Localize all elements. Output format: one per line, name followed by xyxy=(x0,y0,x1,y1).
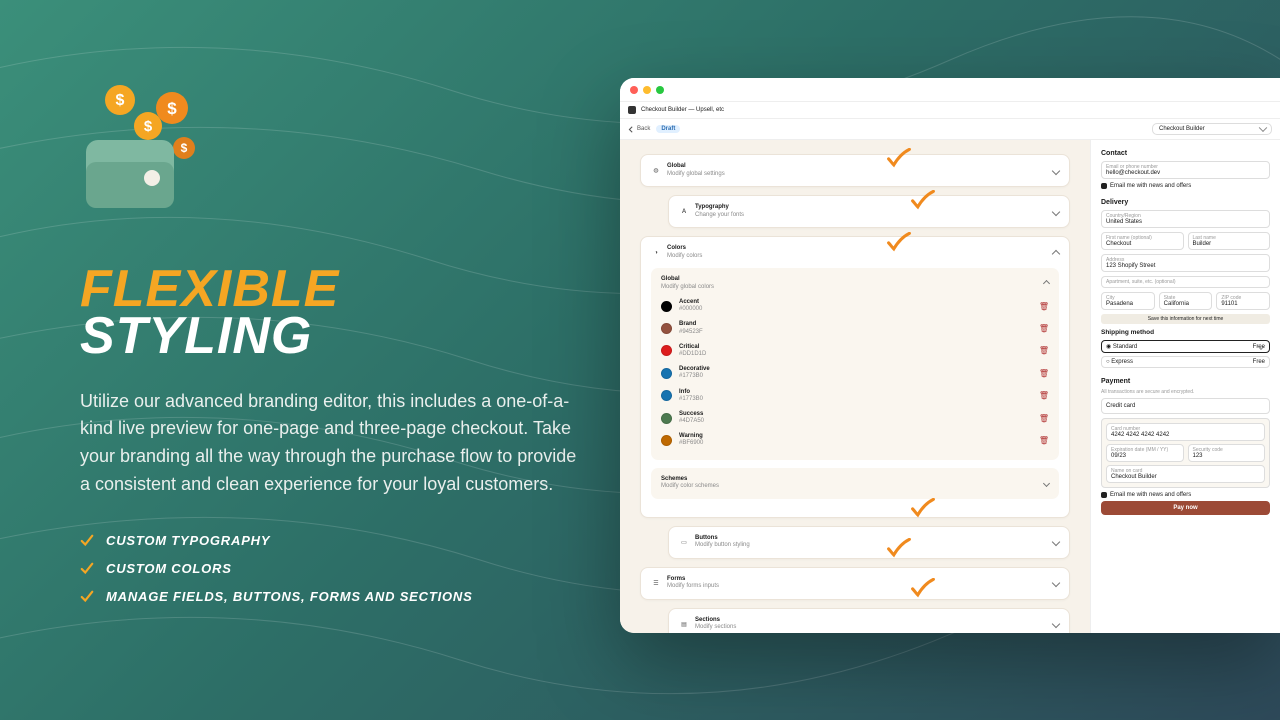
preview-firstname-field[interactable]: First name (optional)Checkout xyxy=(1101,232,1184,250)
toolbar: Back Draft Checkout Builder xyxy=(620,119,1280,140)
panel-buttons[interactable]: ▭ ButtonsModify button styling xyxy=(668,526,1070,559)
preview-ship-standard[interactable]: ◉ StandardFree xyxy=(1101,340,1270,353)
app-title: Checkout Builder — Upsell, etc xyxy=(641,107,724,113)
preview-shipping-heading: Shipping method xyxy=(1101,329,1270,336)
chevron-left-icon xyxy=(628,126,635,133)
preview-pane: Contact Email or phone numberhello@check… xyxy=(1090,140,1280,633)
chevron-down-icon xyxy=(1052,579,1060,587)
delete-color-button[interactable]: 🗑 xyxy=(1039,369,1049,378)
check-icon xyxy=(80,562,94,576)
typography-icon: A xyxy=(679,207,689,217)
svg-text:$: $ xyxy=(116,92,125,109)
app-header: Checkout Builder — Upsell, etc xyxy=(620,102,1280,119)
check-icon xyxy=(80,590,94,604)
preview-ship-express[interactable]: ○ ExpressFree xyxy=(1101,356,1270,368)
delete-color-button[interactable]: 🗑 xyxy=(1039,324,1049,333)
hero-title: Flexible Styling xyxy=(80,266,620,360)
panel-colors-toggle[interactable]: ◑ ColorsModify colors xyxy=(641,237,1069,268)
chevron-up-icon xyxy=(1043,280,1050,287)
editor-panel: ◍ GlobalModify global settings A Typogra… xyxy=(620,140,1090,633)
check-icon xyxy=(80,534,94,548)
page-selector[interactable]: Checkout Builder xyxy=(1152,123,1272,135)
preview-credit-card-option[interactable]: Credit card xyxy=(1101,398,1270,414)
color-swatch-icon xyxy=(661,323,672,334)
preview-news-checkbox-2[interactable]: Email me with news and offers xyxy=(1101,492,1270,498)
svg-text:$: $ xyxy=(181,141,188,155)
preview-email-field[interactable]: Email or phone numberhello@checkout.dev xyxy=(1101,161,1270,179)
panel-colors: ◑ ColorsModify colors GlobalModify globa… xyxy=(640,236,1070,518)
svg-text:$: $ xyxy=(144,118,153,135)
app-logo-icon xyxy=(628,106,636,114)
color-row-warning[interactable]: Warning#BF6900🗑 xyxy=(661,429,1049,451)
color-swatch-icon xyxy=(661,345,672,356)
panel-global[interactable]: ◍ GlobalModify global settings xyxy=(640,154,1070,187)
preview-country-select[interactable]: Country/RegionUnited States xyxy=(1101,210,1270,228)
preview-apt-field[interactable]: Apartment, suite, etc. (optional) xyxy=(1101,276,1270,288)
preview-lastname-field[interactable]: Last nameBuilder xyxy=(1188,232,1271,250)
hero-bullets: Custom Typography Custom Colors Manage F… xyxy=(80,533,620,604)
preview-card-expiry[interactable]: Expiration date (MM / YY)09/23 xyxy=(1106,444,1184,462)
color-swatch-icon xyxy=(661,435,672,446)
hero-copy: $ $ $ $ Flexible Styling Utilize our adv… xyxy=(80,78,620,617)
preview-news-checkbox[interactable]: Email me with news and offers xyxy=(1101,183,1270,189)
traffic-close-icon[interactable] xyxy=(630,86,638,94)
color-row-success[interactable]: Success#4D7A50🗑 xyxy=(661,407,1049,429)
preview-state-field[interactable]: StateCalifornia xyxy=(1159,292,1213,310)
globe-icon: ◍ xyxy=(651,166,661,176)
colors-global-toggle[interactable]: GlobalModify global colors xyxy=(661,276,1049,291)
palette-icon: ◑ xyxy=(651,248,661,258)
panel-sections[interactable]: ▤ SectionsModify sections xyxy=(668,608,1070,633)
colors-schemes-group[interactable]: SchemesModify color schemes xyxy=(651,468,1059,499)
delete-color-button[interactable]: 🗑 xyxy=(1039,391,1049,400)
preview-address-field[interactable]: Address123 Shopify Street xyxy=(1101,254,1270,272)
status-badge: Draft xyxy=(656,125,680,133)
chevron-down-icon xyxy=(1052,207,1060,215)
preview-save-info[interactable]: Save this information for next time xyxy=(1101,314,1270,324)
preview-card-number[interactable]: Card number4242 4242 4242 4242 xyxy=(1106,423,1265,441)
delete-color-button[interactable]: 🗑 xyxy=(1039,302,1049,311)
form-icon: ☰ xyxy=(651,578,661,588)
app-window: Checkout Builder — Upsell, etc Back Draf… xyxy=(620,78,1280,633)
preview-payment-heading: Payment xyxy=(1101,378,1270,385)
chevron-down-icon xyxy=(1052,538,1060,546)
wallet-illustration: $ $ $ $ xyxy=(80,78,200,218)
delete-color-button[interactable]: 🗑 xyxy=(1039,414,1049,423)
delete-color-button[interactable]: 🗑 xyxy=(1039,436,1049,445)
color-row-brand[interactable]: Brand#94523F🗑 xyxy=(661,317,1049,339)
color-swatch-icon xyxy=(661,390,672,401)
panel-typography[interactable]: A TypographyChange your fonts xyxy=(668,195,1070,228)
delete-color-button[interactable]: 🗑 xyxy=(1039,346,1049,355)
svg-text:$: $ xyxy=(167,99,177,118)
traffic-max-icon[interactable] xyxy=(656,86,664,94)
color-swatch-icon xyxy=(661,301,672,312)
colors-global-group: GlobalModify global colors Accent#000000… xyxy=(651,268,1059,460)
preview-city-field[interactable]: CityPasadena xyxy=(1101,292,1155,310)
color-row-critical[interactable]: Critical#DD1D1D🗑 xyxy=(661,340,1049,362)
window-titlebar xyxy=(620,78,1280,102)
preview-contact-heading: Contact xyxy=(1101,150,1270,157)
chevron-down-icon xyxy=(1052,166,1060,174)
color-row-decorative[interactable]: Decorative#1773B0🗑 xyxy=(661,362,1049,384)
preview-zip-field[interactable]: ZIP code91101 xyxy=(1216,292,1270,310)
traffic-min-icon[interactable] xyxy=(643,86,651,94)
hero-body: Utilize our advanced branding editor, th… xyxy=(80,388,580,500)
preview-delivery-heading: Delivery xyxy=(1101,199,1270,206)
chevron-up-icon xyxy=(1052,249,1060,257)
preview-card-cvc[interactable]: Security code123 xyxy=(1188,444,1266,462)
color-swatch-icon xyxy=(661,413,672,424)
preview-card-name[interactable]: Name on cardCheckout Builder xyxy=(1106,465,1265,483)
back-button[interactable]: Back xyxy=(628,126,650,133)
preview-pay-button[interactable]: Pay now xyxy=(1101,501,1270,515)
chevron-down-icon xyxy=(1043,480,1050,487)
button-icon: ▭ xyxy=(679,537,689,547)
sections-icon: ▤ xyxy=(679,619,689,629)
chevron-down-icon xyxy=(1052,620,1060,628)
color-row-accent[interactable]: Accent#000000🗑 xyxy=(661,295,1049,317)
color-row-info[interactable]: Info#1773B0🗑 xyxy=(661,385,1049,407)
panel-forms[interactable]: ☰ FormsModify forms inputs xyxy=(640,567,1070,600)
color-swatch-icon xyxy=(661,368,672,379)
